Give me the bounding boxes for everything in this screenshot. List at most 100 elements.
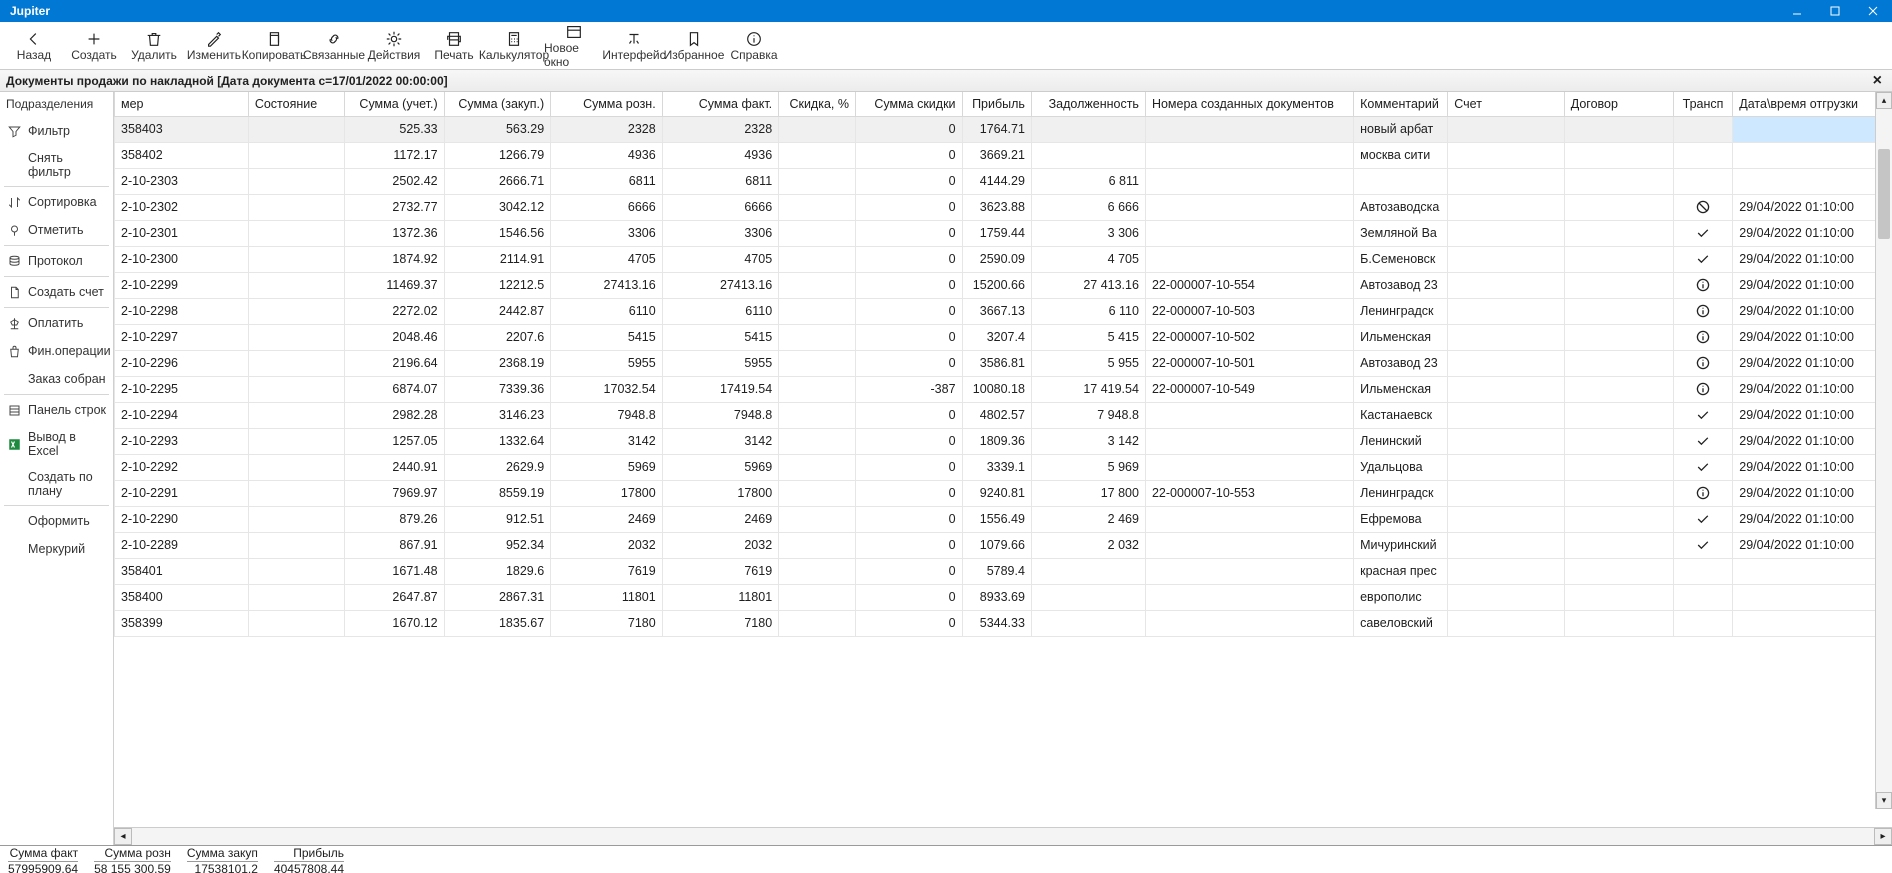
table-row[interactable]: 2-10-22962196.642368.195955595503586.815…: [115, 350, 1892, 376]
column-header-disc_s[interactable]: Сумма скидки: [855, 92, 962, 116]
cell-disc_p: [779, 194, 856, 220]
document-close-button[interactable]: ×: [1869, 73, 1886, 89]
table-row[interactable]: 2-10-22982272.022442.876110611003667.136…: [115, 298, 1892, 324]
sidebar-item-filter[interactable]: Фильтр: [0, 117, 113, 145]
table-row[interactable]: 2-10-23011372.361546.563306330601759.443…: [115, 220, 1892, 246]
cell-comment: Ленинградск: [1354, 298, 1448, 324]
table-row[interactable]: 2-10-2289867.91952.342032203201079.662 0…: [115, 532, 1892, 558]
table-row[interactable]: 3584011671.481829.67619761905789.4красна…: [115, 558, 1892, 584]
table-row[interactable]: 2-10-22956874.077339.3617032.5417419.54-…: [115, 376, 1892, 402]
table-row[interactable]: 2-10-22917969.978559.19178001780009240.8…: [115, 480, 1892, 506]
toolbar-actions-button[interactable]: Действия: [364, 24, 424, 68]
table-row[interactable]: 2-10-2290879.26912.512469246901556.492 4…: [115, 506, 1892, 532]
sidebar-item-protocol[interactable]: Протокол: [0, 247, 113, 275]
cell-sum_ret: 27413.16: [551, 272, 663, 298]
toolbar-interface-button[interactable]: Интерфейс: [604, 24, 664, 68]
sidebar-item-clear-filter[interactable]: Снять фильтр: [0, 145, 113, 185]
toolbar-related-button[interactable]: Связанные: [304, 24, 364, 68]
table-row[interactable]: 2-10-22972048.462207.65415541503207.45 4…: [115, 324, 1892, 350]
cell-sum_buy: 912.51: [444, 506, 551, 532]
column-header-disc_p[interactable]: Скидка, %: [779, 92, 856, 116]
column-header-sum_acc[interactable]: Сумма (учет.): [345, 92, 444, 116]
column-header-transp[interactable]: Трансп: [1673, 92, 1732, 116]
cell-comment: Автозавод 23: [1354, 272, 1448, 298]
text-icon: [625, 30, 643, 48]
cell-account: [1448, 584, 1564, 610]
toolbar-back-button[interactable]: Назад: [4, 24, 64, 68]
column-header-sum_ret[interactable]: Сумма розн.: [551, 92, 663, 116]
column-header-sum_buy[interactable]: Сумма (закуп.): [444, 92, 551, 116]
sidebar-item-pay[interactable]: Оплатить: [0, 309, 113, 337]
sidebar-item-invoice[interactable]: Создать счет: [0, 278, 113, 306]
column-header-account[interactable]: Счет: [1448, 92, 1564, 116]
cell-disc_p: [779, 428, 856, 454]
table-row[interactable]: 2-10-22922440.912629.95969596903339.15 9…: [115, 454, 1892, 480]
sidebar-item-picked[interactable]: Заказ собран: [0, 365, 113, 393]
column-header-num[interactable]: мер: [115, 92, 249, 116]
window-close[interactable]: [1854, 0, 1892, 22]
cell-docs: [1145, 220, 1353, 246]
table-row[interactable]: 3584002647.872867.31118011180108933.69ев…: [115, 584, 1892, 610]
sidebar-item-mercury[interactable]: Меркурий: [0, 535, 113, 563]
cell-disc_s: 0: [855, 428, 962, 454]
cell-comment: Автозавод 23: [1354, 350, 1448, 376]
toolbar-favorites-button[interactable]: Избранное: [664, 24, 724, 68]
sidebar-item-issue[interactable]: Оформить: [0, 507, 113, 535]
table-row[interactable]: 2-10-22931257.051332.643142314201809.363…: [115, 428, 1892, 454]
cell-disc_p: [779, 506, 856, 532]
toolbar-newwin-button[interactable]: Новое окно: [544, 24, 604, 68]
column-header-state[interactable]: Состояние: [248, 92, 345, 116]
column-header-profit[interactable]: Прибыль: [962, 92, 1031, 116]
toolbar-delete-button[interactable]: Удалить: [124, 24, 184, 68]
sidebar-item-sort[interactable]: Сортировка: [0, 188, 113, 216]
doc-icon: [6, 284, 22, 300]
toolbar-copy-button[interactable]: Копировать: [244, 24, 304, 68]
scroll-right-button[interactable]: ▸: [1874, 828, 1892, 845]
sidebar-item-mark[interactable]: Отметить: [0, 216, 113, 244]
table-row[interactable]: 2-10-22942982.283146.237948.87948.804802…: [115, 402, 1892, 428]
column-header-sum_fact[interactable]: Сумма факт.: [662, 92, 778, 116]
table-row[interactable]: 2-10-23022732.773042.126666666603623.886…: [115, 194, 1892, 220]
toolbar-label: Удалить: [131, 48, 177, 62]
scroll-down-button[interactable]: ▾: [1876, 792, 1892, 809]
toolbar-create-button[interactable]: Создать: [64, 24, 124, 68]
table-row[interactable]: 3583991670.121835.677180718005344.33саве…: [115, 610, 1892, 636]
sidebar-item-rows-panel[interactable]: Панель строк: [0, 396, 113, 424]
table-row[interactable]: 2-10-23001874.922114.914705470502590.094…: [115, 246, 1892, 272]
cell-account: [1448, 558, 1564, 584]
vertical-scrollbar[interactable]: ▴ ▾: [1875, 92, 1892, 809]
footer-label: Прибыль: [274, 846, 344, 862]
scroll-thumb[interactable]: [1878, 149, 1890, 239]
column-header-debt[interactable]: Задолженность: [1031, 92, 1145, 116]
toolbar-edit-button[interactable]: Изменить: [184, 24, 244, 68]
cell-sum_buy: 2368.19: [444, 350, 551, 376]
toolbar-help-button[interactable]: Справка: [724, 24, 784, 68]
sidebar-item-byplan[interactable]: Создать по плану: [0, 464, 113, 504]
column-header-docs[interactable]: Номера созданных документов: [1145, 92, 1353, 116]
toolbar-calc-button[interactable]: Калькулятор: [484, 24, 544, 68]
column-header-comment[interactable]: Комментарий: [1354, 92, 1448, 116]
footer-total: Сумма факт57995909.64: [0, 846, 86, 873]
column-header-contract[interactable]: Договор: [1564, 92, 1673, 116]
cell-sum_fact: 5969: [662, 454, 778, 480]
column-header-ship[interactable]: Дата\время отгрузки: [1733, 92, 1892, 116]
window-minimize[interactable]: [1778, 0, 1816, 22]
cell-debt: 4 705: [1031, 246, 1145, 272]
table-row[interactable]: 358403525.33563.292328232801764.71новый …: [115, 116, 1892, 142]
scroll-left-button[interactable]: ◂: [114, 828, 132, 845]
scroll-up-button[interactable]: ▴: [1876, 92, 1892, 109]
toolbar-print-button[interactable]: Печать: [424, 24, 484, 68]
data-grid[interactable]: мерСостояниеСумма (учет.)Сумма (закуп.)С…: [114, 92, 1892, 845]
cell-debt: [1031, 610, 1145, 636]
table-row[interactable]: 2-10-229911469.3712212.527413.1627413.16…: [115, 272, 1892, 298]
cell-ship: [1733, 168, 1892, 194]
table-row[interactable]: 3584021172.171266.794936493603669.21моск…: [115, 142, 1892, 168]
table-row[interactable]: 2-10-23032502.422666.716811681104144.296…: [115, 168, 1892, 194]
toolbar-label: Действия: [368, 48, 421, 62]
window-maximize[interactable]: [1816, 0, 1854, 22]
horizontal-scrollbar[interactable]: ◂ ▸: [114, 827, 1892, 845]
sidebar-item-excel[interactable]: Вывод в Excel: [0, 424, 113, 464]
footer-value: 17538101.2: [187, 862, 258, 873]
cell-state: [248, 142, 345, 168]
sidebar-item-finops[interactable]: Фин.операции: [0, 337, 113, 365]
